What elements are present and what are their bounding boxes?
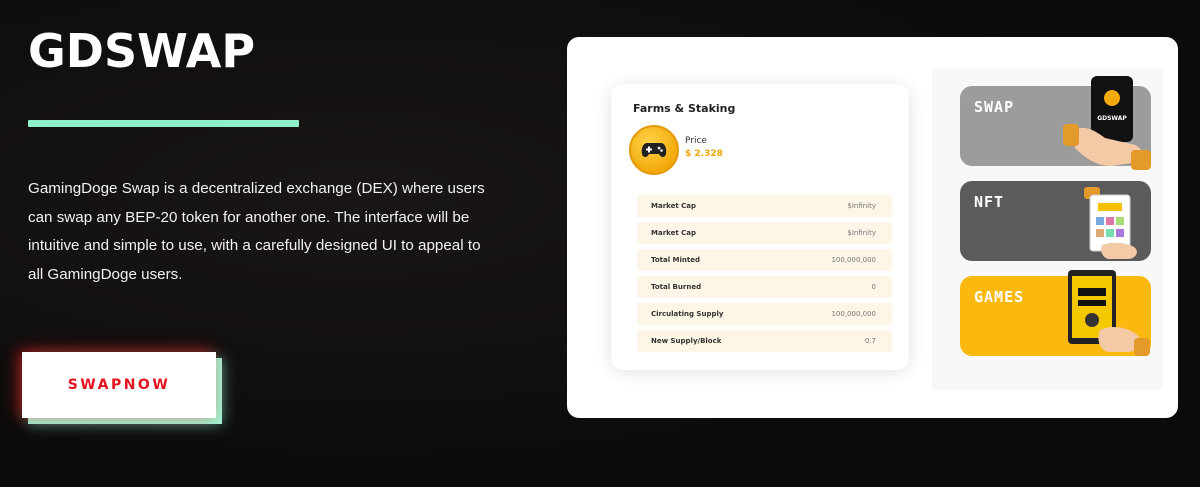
swap-tile-label: SWAP <box>974 98 1015 116</box>
stat-label: Total Burned <box>651 283 702 291</box>
tablet-in-hand-icon <box>1068 270 1150 356</box>
stats-list: Market Cap $Infinity Market Cap $Infinit… <box>637 195 892 357</box>
stat-value: 100,000,000 <box>831 310 876 318</box>
games-tile-label: GAMES <box>974 288 1025 306</box>
page-title: GDSWAP <box>28 24 256 78</box>
swap-tile: SWAP GDSWAP <box>960 76 1151 170</box>
phone-brand: GDSWAP <box>1097 115 1127 122</box>
swap-now-button[interactable]: SWAPNOW <box>22 352 216 418</box>
stat-label: Market Cap <box>651 202 697 210</box>
nft-tile-label: NFT <box>974 193 1005 211</box>
stat-value: 0.7 <box>864 337 876 345</box>
price-label: Price <box>685 136 707 146</box>
stat-label: New Supply/Block <box>651 337 722 345</box>
stat-label: Total Minted <box>651 256 701 264</box>
stat-value: 100,000,000 <box>831 256 876 264</box>
stats-row: Market Cap $Infinity <box>637 195 892 217</box>
stat-value: 0 <box>871 283 876 291</box>
phone-in-hand-icon: GDSWAP <box>1063 76 1151 170</box>
stats-row: Circulating Supply 100,000,000 <box>637 303 892 325</box>
stats-row: New Supply/Block 0.7 <box>637 330 892 352</box>
gamepad-icon <box>629 125 679 175</box>
stat-value: $Infinity <box>847 202 876 210</box>
card-title: Farms & Staking <box>633 102 736 115</box>
preview-panel: Farms & Staking Price $ 2.328 Market Cap… <box>567 37 1178 418</box>
games-tile: GAMES <box>960 270 1151 356</box>
stats-row: Total Burned 0 <box>637 276 892 298</box>
title-underline <box>28 120 299 127</box>
farms-staking-card: Farms & Staking Price $ 2.328 Market Cap… <box>611 84 909 370</box>
stat-value: $Infinity <box>847 229 876 237</box>
price-value: $ 2.328 <box>685 149 723 159</box>
nft-card-in-hand-icon <box>1084 187 1137 259</box>
swap-now-button-wrapper: SWAPNOW <box>22 352 222 424</box>
stat-label: Market Cap <box>651 229 697 237</box>
nft-tile: NFT <box>960 181 1151 261</box>
feature-tiles: SWAP GDSWAP NFT GAMES <box>932 68 1163 390</box>
hero-description: GamingDoge Swap is a decentralized excha… <box>28 180 485 283</box>
stats-row: Total Minted 100,000,000 <box>637 249 892 271</box>
stats-row: Market Cap $Infinity <box>637 222 892 244</box>
stat-label: Circulating Supply <box>651 310 724 318</box>
